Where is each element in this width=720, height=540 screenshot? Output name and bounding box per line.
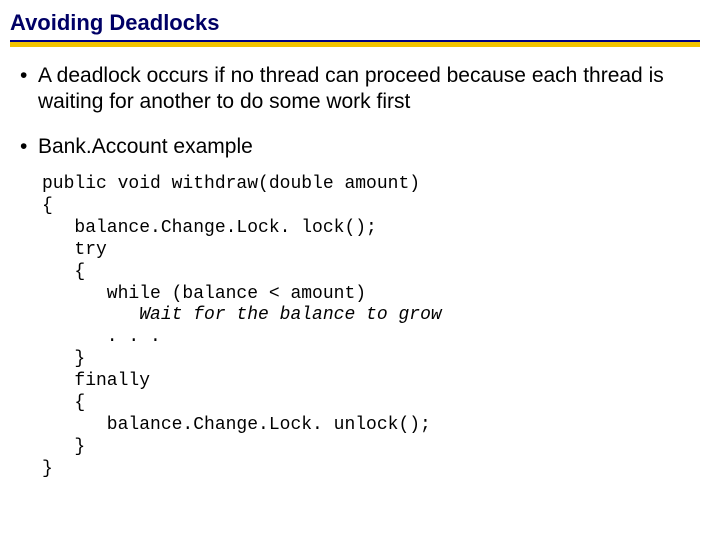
title-block: Avoiding Deadlocks: [10, 10, 700, 47]
bullet-list: A deadlock occurs if no thread can proce…: [18, 63, 700, 160]
code-line: {: [42, 393, 85, 413]
code-line: while (balance < amount): [42, 284, 366, 304]
code-line: finally: [42, 371, 150, 391]
code-line: . . .: [42, 327, 161, 347]
code-block: public void withdraw(double amount) { ba…: [18, 174, 700, 481]
code-line: public void withdraw(double amount): [42, 174, 420, 194]
code-line: }: [42, 459, 53, 479]
code-line-indent: [42, 305, 139, 325]
slide: Avoiding Deadlocks A deadlock occurs if …: [0, 0, 720, 540]
bullet-item: Bank.Account example: [18, 134, 700, 160]
code-line: }: [42, 349, 85, 369]
code-line: balance.Change.Lock. unlock();: [42, 415, 431, 435]
code-line: try: [42, 240, 107, 260]
slide-body: A deadlock occurs if no thread can proce…: [10, 47, 700, 481]
slide-title: Avoiding Deadlocks: [10, 10, 700, 40]
code-line: }: [42, 437, 85, 457]
code-line-italic: Wait for the balance to grow: [139, 305, 441, 325]
bullet-item: A deadlock occurs if no thread can proce…: [18, 63, 700, 116]
code-line: {: [42, 262, 85, 282]
code-line: {: [42, 196, 53, 216]
code-line: balance.Change.Lock. lock();: [42, 218, 377, 238]
